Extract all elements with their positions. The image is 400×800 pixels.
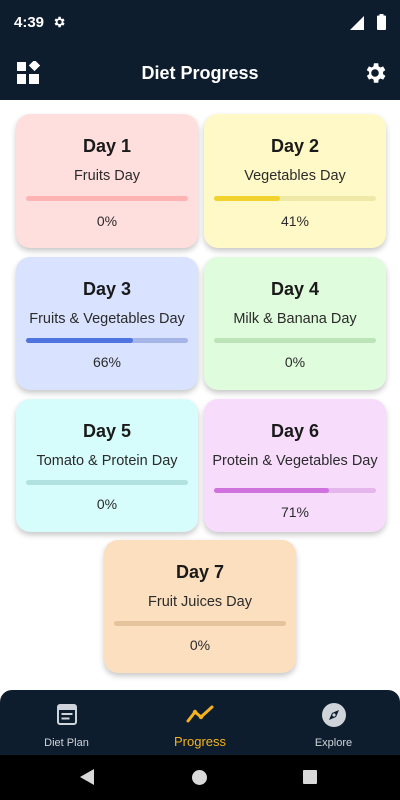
progress-fill — [214, 488, 330, 493]
calendar-list-icon — [56, 704, 77, 725]
day-card[interactable]: Day 7 Fruit Juices Day 0% — [104, 540, 296, 673]
progress-percent: 71% — [280, 504, 310, 520]
day-card[interactable]: Day 3 Fruits & Vegetables Day 66% — [16, 257, 198, 390]
day-title: Day 3 — [82, 279, 132, 299]
bottom-nav: Diet Plan Progress Explore — [0, 690, 400, 755]
day-card[interactable]: Day 2 Vegetables Day 41% — [204, 114, 386, 248]
progress-percent: 41% — [280, 213, 310, 229]
battery-icon — [377, 14, 386, 30]
progress-track — [26, 480, 188, 485]
day-title: Day 5 — [82, 421, 132, 441]
day-title: Day 4 — [270, 279, 320, 299]
progress-percent: 0% — [96, 213, 118, 229]
progress-percent: 0% — [284, 354, 306, 370]
home-icon[interactable] — [192, 770, 207, 785]
day-title: Day 7 — [175, 562, 225, 582]
progress-percent: 0% — [189, 637, 211, 653]
progress-fill — [26, 338, 133, 343]
settings-gear-icon[interactable] — [362, 60, 388, 86]
recents-icon[interactable] — [303, 770, 317, 784]
back-icon[interactable] — [80, 769, 95, 785]
system-nav-bar — [0, 755, 400, 800]
nav-label-progress: Progress — [173, 734, 227, 749]
progress-track — [26, 338, 188, 343]
day-name: Milk & Banana Day — [233, 311, 357, 327]
day-title: Day 1 — [82, 136, 132, 156]
signal-icon — [350, 16, 364, 30]
day-name: Protein & Vegetables Day — [212, 453, 378, 469]
day-card[interactable]: Day 4 Milk & Banana Day 0% — [204, 257, 386, 390]
progress-track — [26, 196, 188, 201]
status-time: 4:39 — [14, 14, 45, 31]
page-title: Diet Progress — [141, 63, 259, 83]
day-name: Fruits & Vegetables Day — [29, 311, 185, 327]
app-bar: Diet Progress — [0, 46, 400, 100]
day-name: Tomato & Protein Day — [36, 453, 178, 469]
progress-percent: 66% — [92, 354, 122, 370]
day-card[interactable]: Day 1 Fruits Day 0% — [16, 114, 198, 248]
day-card[interactable]: Day 5 Tomato & Protein Day 0% — [16, 399, 198, 532]
progress-fill — [214, 196, 281, 201]
day-name: Fruits Day — [73, 168, 141, 184]
nav-label-diet-plan: Diet Plan — [44, 737, 89, 749]
trend-line-icon — [186, 705, 214, 723]
day-title: Day 6 — [270, 421, 320, 441]
day-name: Fruit Juices Day — [148, 594, 252, 610]
day-name: Vegetables Day — [244, 168, 346, 184]
nav-item-progress[interactable]: Progress — [133, 690, 267, 755]
settings-notification-icon — [54, 16, 65, 28]
progress-track — [214, 196, 376, 201]
compass-icon — [321, 703, 346, 727]
progress-track — [214, 488, 376, 493]
progress-track — [114, 621, 286, 626]
day-card[interactable]: Day 6 Protein & Vegetables Day 71% — [204, 399, 386, 532]
nav-label-explore: Explore — [314, 737, 353, 749]
progress-track — [214, 338, 376, 343]
nav-item-explore[interactable]: Explore — [267, 690, 400, 755]
status-bar: 4:39 — [0, 0, 400, 46]
day-title: Day 2 — [270, 136, 320, 156]
nav-item-diet-plan[interactable]: Diet Plan — [0, 690, 133, 755]
progress-percent: 0% — [96, 496, 118, 512]
